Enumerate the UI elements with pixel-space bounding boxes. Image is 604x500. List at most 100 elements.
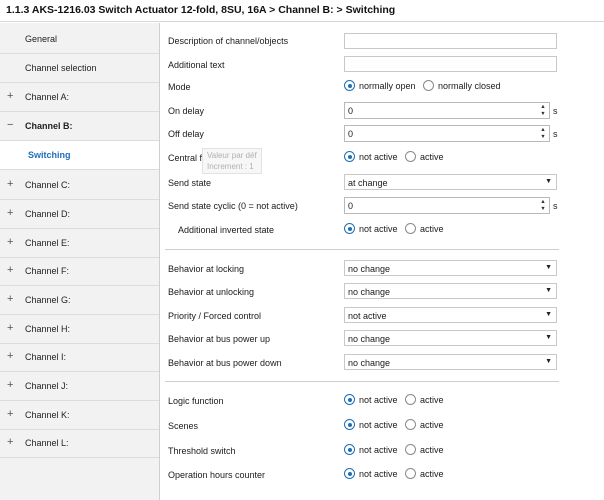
plus-icon[interactable]: + bbox=[7, 236, 13, 248]
sidebar-item-label: Switching bbox=[28, 150, 71, 160]
plus-icon[interactable]: + bbox=[7, 322, 13, 334]
logic-function-label: Logic function bbox=[168, 396, 224, 406]
tooltip-default-line: Valeur par défaut: 0 bbox=[207, 151, 257, 160]
radio-empty-icon bbox=[405, 444, 416, 455]
plus-icon[interactable]: + bbox=[7, 264, 13, 276]
send-state-value: at change bbox=[348, 178, 388, 188]
sidebar-item-label: Channel J: bbox=[25, 381, 69, 391]
bus-power-down-label: Behavior at bus power down bbox=[168, 358, 282, 368]
window-title: 1.1.3 AKS-1216.03 Switch Actuator 12-fol… bbox=[6, 4, 396, 16]
behavior-locking-label: Behavior at locking bbox=[168, 264, 245, 274]
sidebar-item-channel-g[interactable]: + Channel G: bbox=[0, 286, 159, 315]
additional-text-label: Additional text bbox=[168, 60, 225, 70]
plus-icon[interactable]: + bbox=[7, 408, 13, 420]
on-delay-label: On delay bbox=[168, 106, 205, 116]
sidebar-item-channel-j[interactable]: + Channel J: bbox=[0, 372, 159, 401]
section-divider bbox=[165, 249, 559, 250]
sidebar-item-label: Channel G: bbox=[25, 295, 71, 305]
send-state-cyclic-label: Send state cyclic (0 = not active) bbox=[168, 201, 298, 211]
radio-selected-icon bbox=[344, 444, 355, 455]
description-field[interactable] bbox=[344, 33, 557, 49]
spin-up-icon[interactable]: ▲ bbox=[539, 127, 547, 134]
threshold-switch-label: Threshold switch bbox=[168, 446, 236, 456]
sidebar-item-channel-e[interactable]: + Channel E: bbox=[0, 229, 159, 258]
bus-power-up-value: no change bbox=[348, 334, 391, 344]
sidebar-item-channel-b[interactable]: − Channel B: bbox=[0, 112, 159, 141]
sidebar-item-label: Channel D: bbox=[25, 209, 71, 219]
send-state-label: Send state bbox=[168, 178, 212, 188]
bus-power-down-select[interactable]: no change ▼ bbox=[344, 354, 557, 370]
send-state-select[interactable]: at change ▼ bbox=[344, 174, 557, 190]
radio-selected-icon bbox=[344, 468, 355, 479]
sidebar: General Channel selection + Channel A: −… bbox=[0, 23, 160, 500]
off-delay-unit: s bbox=[553, 129, 558, 139]
priority-select[interactable]: not active ▼ bbox=[344, 307, 557, 323]
radio-label: not active bbox=[359, 469, 398, 479]
behavior-unlocking-label: Behavior at unlocking bbox=[168, 287, 255, 297]
operation-hours-label: Operation hours counter bbox=[168, 470, 266, 480]
spin-down-icon[interactable]: ▼ bbox=[539, 134, 547, 141]
spin-down-icon[interactable]: ▼ bbox=[539, 206, 547, 213]
behavior-unlocking-select[interactable]: no change ▼ bbox=[344, 283, 557, 299]
radio-label: not active bbox=[359, 395, 398, 405]
plus-icon[interactable]: + bbox=[7, 436, 13, 448]
priority-value: not active bbox=[348, 311, 387, 321]
radio-selected-icon bbox=[344, 223, 355, 234]
sidebar-item-label: Channel E: bbox=[25, 238, 70, 248]
plus-icon[interactable]: + bbox=[7, 90, 13, 102]
parameter-panel: Description of channel/objects Additiona… bbox=[161, 23, 604, 500]
on-delay-stepper[interactable]: 0 ▲ ▼ bbox=[344, 102, 550, 119]
radio-selected-icon bbox=[344, 394, 355, 405]
spin-up-icon[interactable]: ▲ bbox=[539, 104, 547, 111]
plus-icon[interactable]: + bbox=[7, 178, 13, 190]
radio-label: not active bbox=[359, 420, 398, 430]
spin-up-icon[interactable]: ▲ bbox=[539, 199, 547, 206]
sidebar-item-label: Channel selection bbox=[25, 63, 97, 73]
priority-label: Priority / Forced control bbox=[168, 311, 262, 321]
plus-icon[interactable]: + bbox=[7, 350, 13, 362]
radio-label: normally closed bbox=[438, 81, 501, 91]
dropdown-arrow-icon: ▼ bbox=[545, 287, 552, 294]
sidebar-item-channel-a[interactable]: + Channel A: bbox=[0, 83, 159, 112]
radio-label: active bbox=[420, 420, 444, 430]
description-label: Description of channel/objects bbox=[168, 36, 289, 46]
sidebar-item-channel-h[interactable]: + Channel H: bbox=[0, 315, 159, 344]
plus-icon[interactable]: + bbox=[7, 379, 13, 391]
radio-empty-icon bbox=[405, 468, 416, 479]
sidebar-item-channel-l[interactable]: + Channel L: bbox=[0, 429, 159, 458]
plus-icon[interactable]: + bbox=[7, 293, 13, 305]
off-delay-value[interactable]: 0 bbox=[348, 129, 353, 139]
sidebar-item-channel-selection[interactable]: Channel selection bbox=[0, 54, 159, 83]
sidebar-item-channel-f[interactable]: + Channel F: bbox=[0, 257, 159, 286]
bus-power-up-label: Behavior at bus power up bbox=[168, 334, 271, 344]
radio-label: not active bbox=[359, 152, 398, 162]
sidebar-item-label: Channel K: bbox=[25, 410, 70, 420]
sidebar-item-label: Channel B: bbox=[25, 121, 73, 131]
bus-power-up-select[interactable]: no change ▼ bbox=[344, 330, 557, 346]
radio-label: active bbox=[420, 224, 444, 234]
sidebar-item-switching[interactable]: Switching bbox=[0, 141, 159, 170]
radio-selected-icon bbox=[344, 151, 355, 162]
spin-down-icon[interactable]: ▼ bbox=[539, 111, 547, 118]
sidebar-item-channel-k[interactable]: + Channel K: bbox=[0, 401, 159, 430]
sidebar-item-channel-i[interactable]: + Channel I: bbox=[0, 343, 159, 372]
radio-label: active bbox=[420, 445, 444, 455]
additional-text-field[interactable] bbox=[344, 56, 557, 72]
plus-icon[interactable]: + bbox=[7, 207, 13, 219]
off-delay-stepper[interactable]: 0 ▲ ▼ bbox=[344, 125, 550, 142]
minus-icon[interactable]: − bbox=[7, 119, 13, 131]
radio-label: active bbox=[420, 395, 444, 405]
behavior-locking-value: no change bbox=[348, 264, 391, 274]
radio-empty-icon bbox=[405, 394, 416, 405]
radio-empty-icon bbox=[423, 80, 434, 91]
behavior-locking-select[interactable]: no change ▼ bbox=[344, 260, 557, 276]
send-state-cyclic-value[interactable]: 0 bbox=[348, 201, 353, 211]
dropdown-arrow-icon: ▼ bbox=[545, 358, 552, 365]
radio-label: normally open bbox=[359, 81, 416, 91]
on-delay-value[interactable]: 0 bbox=[348, 106, 353, 116]
sidebar-item-general[interactable]: General bbox=[0, 25, 159, 54]
sidebar-item-channel-d[interactable]: + Channel D: bbox=[0, 200, 159, 229]
send-state-cyclic-stepper[interactable]: 0 ▲ ▼ bbox=[344, 197, 550, 214]
sidebar-item-channel-c[interactable]: + Channel C: bbox=[0, 171, 159, 200]
sidebar-item-label: Channel L: bbox=[25, 438, 69, 448]
